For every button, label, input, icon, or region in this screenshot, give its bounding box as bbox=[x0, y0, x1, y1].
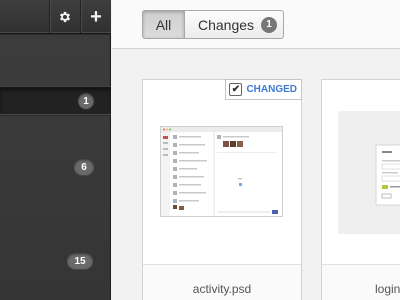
settings-button[interactable] bbox=[49, 0, 80, 33]
sidebar-toolbar: + bbox=[0, 0, 111, 34]
count-badge: 6 bbox=[74, 159, 94, 175]
file-thumbnail bbox=[338, 111, 400, 234]
checkbox-checked-icon[interactable]: ✔ bbox=[229, 83, 243, 96]
gear-icon bbox=[59, 11, 71, 22]
file-name: activity.psd bbox=[192, 282, 252, 296]
sidebar-item[interactable]: 6 bbox=[0, 115, 111, 215]
count-badge: 1 bbox=[78, 93, 94, 109]
file-card[interactable]: login bbox=[321, 79, 400, 300]
file-card[interactable]: ✔ CHANGED activity.psd bbox=[142, 79, 302, 300]
file-grid: ✔ CHANGED activity.psd login bbox=[112, 50, 400, 300]
filter-changes-button[interactable]: Changes 1 bbox=[184, 10, 284, 39]
sidebar-item[interactable]: 15 bbox=[0, 215, 111, 300]
sidebar-item-selected[interactable]: 1 bbox=[0, 87, 111, 115]
add-button[interactable]: + bbox=[80, 0, 111, 33]
file-card-footer: login bbox=[322, 264, 400, 300]
filter-toolbar: All Changes 1 bbox=[112, 0, 400, 49]
filter-all-label: All bbox=[155, 16, 172, 33]
changed-tag[interactable]: ✔ CHANGED bbox=[225, 79, 302, 100]
plus-icon: + bbox=[90, 5, 102, 28]
file-card-footer: activity.psd bbox=[143, 264, 301, 300]
sidebar: + 1 6 15 bbox=[0, 0, 111, 300]
sidebar-item[interactable] bbox=[0, 34, 111, 87]
count-badge: 15 bbox=[67, 253, 93, 269]
file-thumbnail bbox=[160, 126, 283, 217]
filter-changes-label: Changes bbox=[198, 16, 255, 33]
changed-label: CHANGED bbox=[246, 84, 297, 95]
file-name: login bbox=[375, 282, 400, 296]
filter-all-button[interactable]: All bbox=[142, 10, 185, 39]
changes-count-badge: 1 bbox=[261, 16, 278, 33]
